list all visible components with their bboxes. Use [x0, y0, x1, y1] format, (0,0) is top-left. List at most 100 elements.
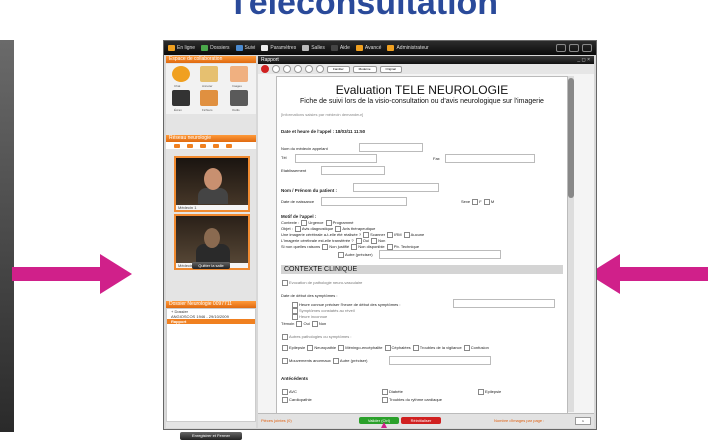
toolbar-item-parametres[interactable]: Paramètres: [261, 45, 296, 51]
checkbox[interactable]: [296, 321, 303, 327]
maximize-icon[interactable]: [569, 44, 579, 52]
checkbox[interactable]: [311, 321, 318, 327]
checkbox[interactable]: [332, 358, 339, 364]
tel-label: Tél: [281, 155, 287, 160]
checkbox[interactable]: [338, 345, 345, 351]
autre-symptome-field[interactable]: [389, 356, 491, 365]
images-per-page-select[interactable]: 1: [575, 417, 591, 425]
record-icon[interactable]: [213, 143, 219, 148]
checkbox[interactable]: [282, 334, 288, 340]
establishment-field[interactable]: [321, 166, 385, 175]
image-icon[interactable]: [230, 66, 248, 82]
checkbox[interactable]: [382, 389, 388, 395]
format-button[interactable]: Original: [379, 65, 402, 73]
chat-icon[interactable]: [172, 66, 190, 82]
save-close-button[interactable]: Enregistrer et Fermer: [180, 432, 242, 440]
attachments-link[interactable]: Pièces jointes (0): [261, 418, 292, 423]
toolbar-item-avance[interactable]: Avancé: [355, 45, 382, 51]
dob-field[interactable]: [321, 197, 407, 206]
speaker-icon[interactable]: [200, 143, 206, 148]
video-panel-title: Réseau neurologie: [166, 135, 256, 142]
temoin-label: Témoin: [281, 321, 295, 327]
report-bottom-bar: Pièces jointes (0) Valider (Ctrl) Réinit…: [258, 413, 594, 428]
patient-name-field[interactable]: [353, 183, 439, 192]
toolbar-item-admin[interactable]: Administrateur: [387, 45, 429, 51]
italic-icon[interactable]: [294, 65, 302, 73]
checkbox[interactable]: [403, 232, 410, 238]
checkbox[interactable]: [387, 232, 394, 238]
tools-icon[interactable]: [230, 90, 248, 106]
mic-icon[interactable]: [187, 143, 193, 148]
align-icon[interactable]: [316, 65, 324, 73]
checkbox[interactable]: [282, 358, 288, 364]
autre-field[interactable]: [379, 250, 501, 259]
pdf-icon[interactable]: [261, 65, 269, 73]
patient-name-label: Nom / Prénom du patient :: [281, 188, 338, 193]
option-label: Heure connue: [299, 302, 325, 308]
save-icon[interactable]: [272, 65, 280, 73]
toolbar-item-suivi[interactable]: Suivi: [235, 45, 256, 51]
panel-controls-icon[interactable]: _ ◻ ×: [577, 56, 594, 64]
reset-button[interactable]: Réinitialiser: [401, 417, 441, 424]
checkbox[interactable]: [282, 345, 288, 351]
sex-m-checkbox[interactable]: [483, 199, 490, 205]
underline-icon[interactable]: [305, 65, 313, 73]
video-controls: [166, 142, 256, 149]
tool-label: Chat: [174, 84, 181, 88]
toolbar-label: Suivi: [244, 45, 256, 51]
checkbox[interactable]: [478, 389, 484, 395]
toolbar-item-status[interactable]: En ligne: [168, 45, 195, 51]
option-label: Programmé: [332, 220, 354, 226]
option-label: Aucune: [410, 232, 425, 238]
checkbox[interactable]: [282, 280, 288, 286]
toolbar-label: Avancé: [364, 45, 382, 51]
checkbox[interactable]: [463, 345, 470, 351]
screen-icon[interactable]: [172, 90, 190, 106]
checkbox[interactable]: [382, 397, 388, 403]
fax-label: Fax: [433, 156, 440, 161]
admin-icon: [387, 45, 395, 51]
video-tile-1[interactable]: Médecin 1: [174, 156, 250, 212]
option-label: Confusion: [470, 345, 489, 351]
left-arrow-icon: [12, 254, 132, 294]
gear-icon: [261, 45, 269, 51]
report-scrollbar[interactable]: [568, 76, 574, 412]
checkbox[interactable]: [282, 389, 288, 395]
quit-room-button[interactable]: Quitter la salle: [192, 262, 230, 269]
toolbar-item-aide[interactable]: Aide: [330, 45, 350, 51]
camera-icon[interactable]: [174, 143, 180, 148]
format-button[interactable]: Familier: [327, 65, 350, 73]
bold-icon[interactable]: [283, 65, 291, 73]
format-button[interactable]: Moderne: [352, 65, 377, 73]
tool-label: Écran: [174, 108, 182, 112]
evocation-row: Evocation de pathologie neuro-vasculaire: [281, 280, 362, 286]
background-photo: [0, 40, 14, 432]
close-icon[interactable]: [582, 44, 592, 52]
files-icon[interactable]: [200, 90, 218, 106]
checkbox[interactable]: [384, 345, 391, 351]
checkbox[interactable]: [292, 314, 298, 320]
toolbar-item-dossiers[interactable]: Dossiers: [201, 45, 230, 51]
heure-field[interactable]: [453, 299, 555, 308]
minimize-icon[interactable]: [556, 44, 566, 52]
checkbox[interactable]: [282, 397, 288, 403]
call-date: Date et heure de l'appel : 18/03/11 11:5…: [281, 129, 366, 134]
tel-field[interactable]: [295, 154, 377, 163]
option-label: Epilepsie: [485, 389, 502, 395]
pen-icon[interactable]: [200, 66, 218, 82]
sex-f-checkbox[interactable]: [472, 199, 479, 205]
checkbox[interactable]: [338, 252, 344, 258]
validate-button[interactable]: Valider (Ctrl): [359, 417, 399, 424]
checkbox[interactable]: [307, 345, 314, 351]
report-panel-title: Rapport: [261, 57, 279, 63]
settings-icon[interactable]: [226, 143, 232, 148]
checkbox[interactable]: [351, 244, 358, 250]
checkbox[interactable]: [322, 244, 329, 250]
scrollbar-thumb[interactable]: [568, 78, 574, 198]
tree-item-selected[interactable]: Rapport: [167, 319, 255, 324]
fax-field[interactable]: [445, 154, 535, 163]
checkbox[interactable]: [412, 345, 419, 351]
toolbar-item-salles[interactable]: Salles: [302, 45, 325, 51]
tool-label: Fichiers: [202, 108, 213, 112]
caller-name-field[interactable]: [359, 143, 423, 152]
